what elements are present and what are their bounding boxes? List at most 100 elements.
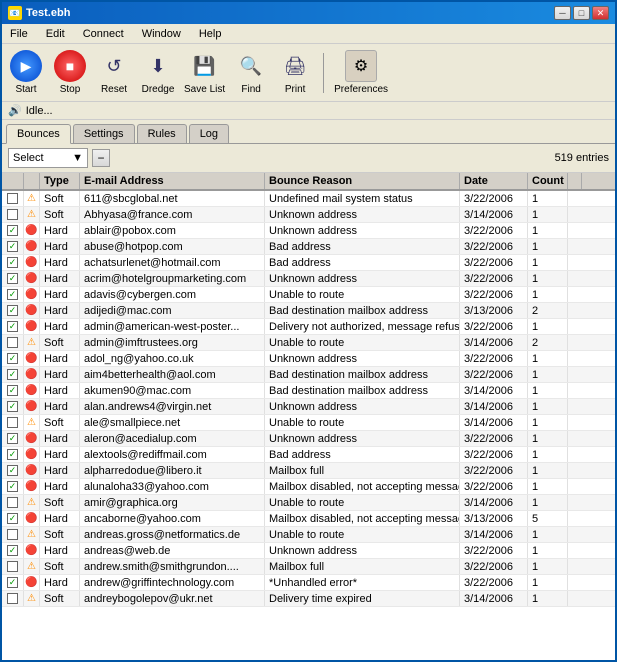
row-reason: Bad destination mailbox address bbox=[265, 383, 460, 398]
table-row[interactable]: ✓🔴Hardalunaloha33@yahoo.comMailbox disab… bbox=[2, 479, 615, 495]
col-header-email[interactable]: E-mail Address bbox=[80, 173, 265, 189]
table-row[interactable]: ✓🔴Hardancaborne@yahoo.comMailbox disable… bbox=[2, 511, 615, 527]
tab-rules[interactable]: Rules bbox=[137, 124, 187, 143]
col-header-count[interactable]: Count bbox=[528, 173, 568, 189]
table-row[interactable]: ✓🔴Hardadijedi@mac.comBad destination mai… bbox=[2, 303, 615, 319]
reset-icon: ↺ bbox=[98, 50, 130, 82]
warning-icon: ⚠ bbox=[27, 209, 36, 220]
row-reason: Mailbox full bbox=[265, 559, 460, 574]
row-checkbox[interactable]: ✓ bbox=[2, 431, 24, 446]
row-checkbox[interactable]: ✓ bbox=[2, 575, 24, 590]
row-count: 1 bbox=[528, 575, 568, 590]
row-type: Soft bbox=[40, 335, 80, 350]
preferences-button[interactable]: ⚙ Preferences bbox=[334, 50, 388, 95]
row-checkbox[interactable] bbox=[2, 335, 24, 350]
row-checkbox[interactable]: ✓ bbox=[2, 223, 24, 238]
error-icon: 🔴 bbox=[25, 433, 37, 444]
checkbox-icon: ✓ bbox=[7, 257, 18, 268]
row-checkbox[interactable]: ✓ bbox=[2, 287, 24, 302]
tab-settings[interactable]: Settings bbox=[73, 124, 135, 143]
row-checkbox[interactable]: ✓ bbox=[2, 447, 24, 462]
table-row[interactable]: ✓🔴Hardandreas@web.deUnknown address3/22/… bbox=[2, 543, 615, 559]
table-row[interactable]: ✓🔴Hardadmin@american-west-poster...Deliv… bbox=[2, 319, 615, 335]
table-row[interactable]: ✓🔴Hardalpharredodue@libero.itMailbox ful… bbox=[2, 463, 615, 479]
row-type: Hard bbox=[40, 239, 80, 254]
menu-connect[interactable]: Connect bbox=[79, 27, 128, 41]
minus-button[interactable]: − bbox=[92, 149, 110, 167]
checkbox-icon: ✓ bbox=[7, 369, 18, 380]
table-row[interactable]: ⚠SoftAbhyasa@france.comUnknown address3/… bbox=[2, 207, 615, 223]
table-row[interactable]: ✓🔴Hardalan.andrews4@virgin.netUnknown ad… bbox=[2, 399, 615, 415]
row-email: andrew@griffintechnology.com bbox=[80, 575, 265, 590]
row-checkbox[interactable] bbox=[2, 207, 24, 222]
find-button[interactable]: 🔍 Find bbox=[233, 50, 269, 95]
table-row[interactable]: ✓🔴Hardaim4betterhealth@aol.comBad destin… bbox=[2, 367, 615, 383]
table-row[interactable]: ✓🔴Hardachatsurlenet@hotmail.comBad addre… bbox=[2, 255, 615, 271]
row-checkbox[interactable]: ✓ bbox=[2, 319, 24, 334]
row-checkbox[interactable]: ✓ bbox=[2, 303, 24, 318]
table-row[interactable]: ✓🔴Hardalextools@rediffmail.comBad addres… bbox=[2, 447, 615, 463]
table-row[interactable]: ✓🔴Hardakumen90@mac.comBad destination ma… bbox=[2, 383, 615, 399]
row-email: adijedi@mac.com bbox=[80, 303, 265, 318]
select-dropdown[interactable]: Select ▼ bbox=[8, 148, 88, 168]
table-row[interactable]: ✓🔴Hardablair@pobox.comUnknown address3/2… bbox=[2, 223, 615, 239]
row-checkbox[interactable] bbox=[2, 591, 24, 606]
row-checkbox[interactable]: ✓ bbox=[2, 511, 24, 526]
table-row[interactable]: ⚠Softale@smallpiece.netUnable to route3/… bbox=[2, 415, 615, 431]
table-row[interactable]: ✓🔴Hardacrim@hotelgroupmarketing.comUnkno… bbox=[2, 271, 615, 287]
error-icon: 🔴 bbox=[25, 545, 37, 556]
row-status-icon: ⚠ bbox=[24, 591, 40, 606]
col-header-reason[interactable]: Bounce Reason bbox=[265, 173, 460, 189]
close-button[interactable]: ✕ bbox=[592, 6, 609, 20]
table-row[interactable]: ⚠Softamir@graphica.orgUnable to route3/1… bbox=[2, 495, 615, 511]
row-checkbox[interactable]: ✓ bbox=[2, 239, 24, 254]
row-email: andrew.smith@smithgrundon.... bbox=[80, 559, 265, 574]
tab-log[interactable]: Log bbox=[189, 124, 229, 143]
preferences-label: Preferences bbox=[334, 84, 388, 95]
table-row[interactable]: ⚠Softandrew.smith@smithgrundon....Mailbo… bbox=[2, 559, 615, 575]
menu-file[interactable]: File bbox=[6, 27, 32, 41]
dredge-button[interactable]: ⬇ Dredge bbox=[140, 50, 176, 95]
minimize-button[interactable]: ─ bbox=[554, 6, 571, 20]
row-checkbox[interactable]: ✓ bbox=[2, 399, 24, 414]
stop-button[interactable]: ■ Stop bbox=[52, 50, 88, 95]
menu-help[interactable]: Help bbox=[195, 27, 226, 41]
row-checkbox[interactable]: ✓ bbox=[2, 479, 24, 494]
col-header-type[interactable]: Type bbox=[40, 173, 80, 189]
dropdown-arrow-icon: ▼ bbox=[72, 152, 83, 164]
menu-window[interactable]: Window bbox=[138, 27, 185, 41]
tab-bounces[interactable]: Bounces bbox=[6, 124, 71, 144]
table-row[interactable]: ⚠Softandreybogolepov@ukr.netDelivery tim… bbox=[2, 591, 615, 607]
row-checkbox[interactable]: ✓ bbox=[2, 543, 24, 558]
row-checkbox[interactable]: ✓ bbox=[2, 463, 24, 478]
row-checkbox[interactable]: ✓ bbox=[2, 367, 24, 382]
table-row[interactable]: ⚠Softadmin@imftrustees.orgUnable to rout… bbox=[2, 335, 615, 351]
table-row[interactable]: ⚠Soft611@sbcglobal.netUndefined mail sys… bbox=[2, 191, 615, 207]
maximize-button[interactable]: □ bbox=[573, 6, 590, 20]
row-checkbox[interactable] bbox=[2, 191, 24, 206]
print-button[interactable]: 🖨 Print bbox=[277, 50, 313, 95]
table-row[interactable]: ✓🔴Hardandrew@griffintechnology.com*Unhan… bbox=[2, 575, 615, 591]
table-row[interactable]: ✓🔴Hardabuse@hotpop.comBad address3/22/20… bbox=[2, 239, 615, 255]
row-checkbox[interactable] bbox=[2, 527, 24, 542]
error-icon: 🔴 bbox=[25, 257, 37, 268]
col-header-date[interactable]: Date bbox=[460, 173, 528, 189]
row-checkbox[interactable] bbox=[2, 559, 24, 574]
row-checkbox[interactable] bbox=[2, 415, 24, 430]
table-row[interactable]: ✓🔴Hardaleron@acedialup.comUnknown addres… bbox=[2, 431, 615, 447]
menu-edit[interactable]: Edit bbox=[42, 27, 69, 41]
table-row[interactable]: ✓🔴Hardadol_ng@yahoo.co.ukUnknown address… bbox=[2, 351, 615, 367]
row-type: Hard bbox=[40, 255, 80, 270]
row-checkbox[interactable]: ✓ bbox=[2, 351, 24, 366]
reset-button[interactable]: ↺ Reset bbox=[96, 50, 132, 95]
table-row[interactable]: ⚠Softandreas.gross@netformatics.deUnable… bbox=[2, 527, 615, 543]
row-checkbox[interactable]: ✓ bbox=[2, 271, 24, 286]
row-status-icon: ⚠ bbox=[24, 527, 40, 542]
save-list-button[interactable]: 💾 Save List bbox=[184, 50, 225, 95]
row-checkbox[interactable] bbox=[2, 495, 24, 510]
col-header-scroll bbox=[568, 173, 582, 189]
row-checkbox[interactable]: ✓ bbox=[2, 255, 24, 270]
table-row[interactable]: ✓🔴Hardadavis@cybergen.comUnable to route… bbox=[2, 287, 615, 303]
start-button[interactable]: ▶ Start bbox=[8, 50, 44, 95]
row-checkbox[interactable]: ✓ bbox=[2, 383, 24, 398]
